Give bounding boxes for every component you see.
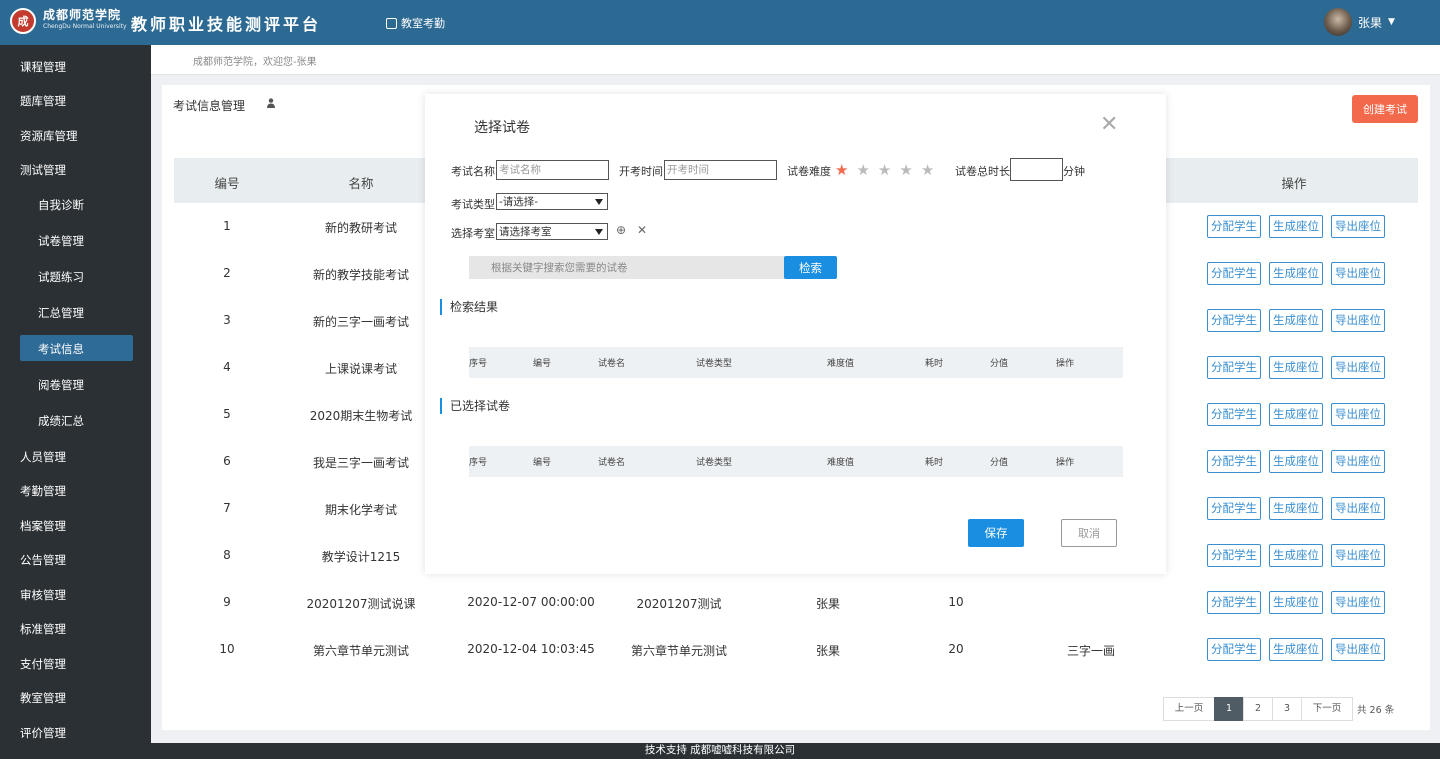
star-icon[interactable]: ★ xyxy=(835,163,848,178)
search-button[interactable]: 检索 xyxy=(784,256,837,279)
selected-section-title: 已选择试卷 xyxy=(440,398,510,414)
room-select[interactable]: 请选择考室 xyxy=(496,223,608,240)
duration-label: 试卷总时长 xyxy=(955,165,1010,178)
col-seq: 序号 xyxy=(469,458,488,468)
col-paper-type: 试卷类型 xyxy=(696,458,733,468)
star-icon[interactable]: ★ xyxy=(856,163,869,178)
start-time-input[interactable] xyxy=(664,160,777,180)
save-button[interactable]: 保存 xyxy=(968,519,1024,547)
room-label: 选择考室 xyxy=(451,227,495,240)
col-paper-type: 试卷类型 xyxy=(696,359,733,369)
col-op: 操作 xyxy=(1056,359,1075,369)
col-op: 操作 xyxy=(1056,458,1075,468)
results-section-title: 检索结果 xyxy=(440,299,498,315)
star-icon[interactable]: ★ xyxy=(899,163,912,178)
col-difficulty: 难度值 xyxy=(827,359,855,369)
cancel-button[interactable]: 取消 xyxy=(1061,519,1117,547)
duration-unit: 分钟 xyxy=(1063,165,1085,178)
results-table-header: 序号 编号 试卷名 试卷类型 难度值 耗时 分值 操作 xyxy=(469,347,1123,378)
difficulty-rating[interactable]: ★ ★ ★ ★ ★ xyxy=(835,163,934,178)
col-code: 编号 xyxy=(533,458,552,468)
chevron-down-icon xyxy=(595,228,603,235)
star-icon[interactable]: ★ xyxy=(921,163,934,178)
exam-name-label: 考试名称 xyxy=(451,165,495,178)
start-time-label: 开考时间 xyxy=(619,165,663,178)
add-room-icon[interactable]: ⊕ xyxy=(616,223,626,237)
exam-name-input[interactable] xyxy=(496,160,609,180)
col-score: 分值 xyxy=(990,359,1009,369)
col-paper-name: 试卷名 xyxy=(598,458,626,468)
star-icon[interactable]: ★ xyxy=(878,163,891,178)
col-paper-name: 试卷名 xyxy=(598,359,626,369)
dialog-title: 选择试卷 xyxy=(474,120,530,136)
exam-type-select[interactable]: -请选择- xyxy=(496,193,608,210)
col-difficulty: 难度值 xyxy=(827,458,855,468)
paper-search-input[interactable] xyxy=(469,256,785,279)
paper-search-box xyxy=(469,256,785,279)
col-code: 编号 xyxy=(533,359,552,369)
room-value: 请选择考室 xyxy=(499,226,552,238)
col-time: 耗时 xyxy=(925,458,944,468)
exam-type-value: -请选择- xyxy=(499,196,539,208)
selected-table-header: 序号 编号 试卷名 试卷类型 难度值 耗时 分值 操作 xyxy=(469,446,1123,477)
exam-type-label: 考试类型 xyxy=(451,198,495,211)
col-seq: 序号 xyxy=(469,359,488,369)
select-paper-dialog: 选择试卷 ✕ 考试名称 开考时间 试卷难度 ★ ★ ★ ★ ★ 试卷总时长 分钟 考试类… xyxy=(425,94,1166,574)
chevron-down-icon xyxy=(595,198,603,205)
close-icon[interactable]: ✕ xyxy=(1100,114,1118,136)
difficulty-label: 试卷难度 xyxy=(787,165,831,178)
col-time: 耗时 xyxy=(925,359,944,369)
remove-room-icon[interactable]: ✕ xyxy=(637,223,647,237)
col-score: 分值 xyxy=(990,458,1009,468)
duration-input[interactable] xyxy=(1010,158,1063,181)
